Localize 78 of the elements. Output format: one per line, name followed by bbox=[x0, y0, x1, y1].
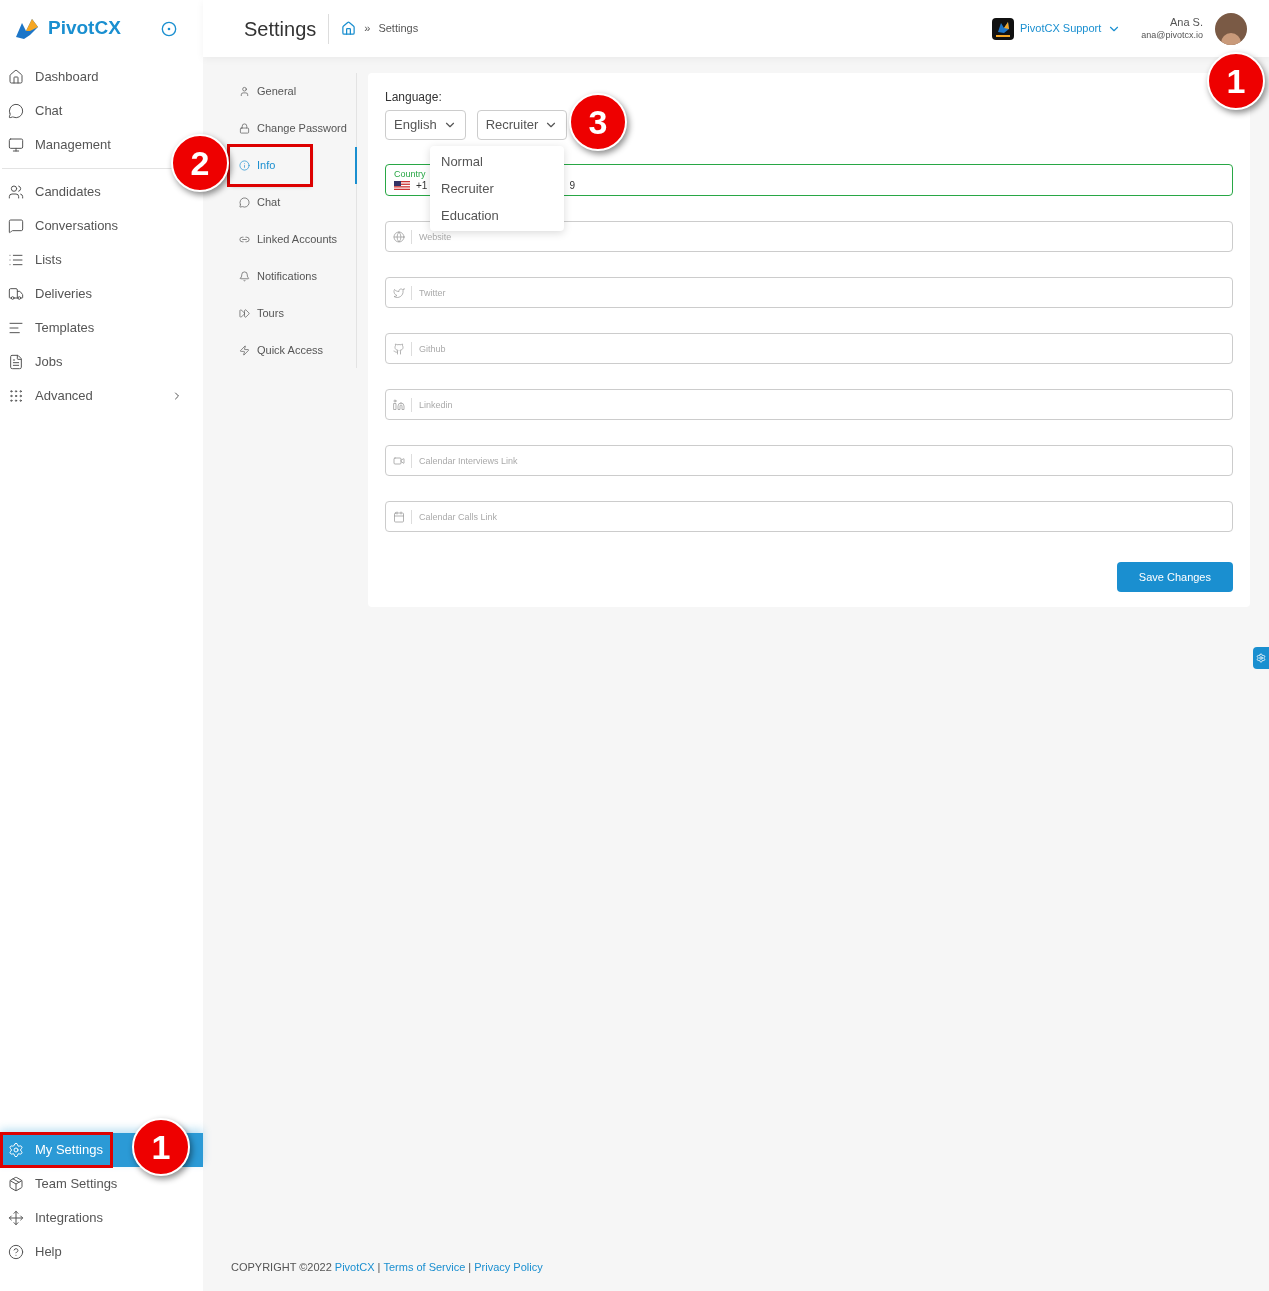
user-name: Ana S. bbox=[1169, 16, 1203, 30]
sidebar-item[interactable]: Jobs bbox=[8, 352, 63, 372]
video-camera-icon bbox=[393, 455, 405, 467]
settings-menu-item[interactable]: General bbox=[230, 73, 305, 110]
workspace-logo-icon bbox=[992, 17, 1014, 40]
brand-name: PivotCX bbox=[48, 16, 121, 41]
settings-menu-item[interactable]: Linked Accounts bbox=[230, 221, 346, 258]
url-field[interactable]: Github bbox=[385, 333, 1233, 364]
sidebar-item[interactable]: Team Settings bbox=[2, 1168, 126, 1200]
globe-icon bbox=[393, 231, 405, 243]
settings-icon bbox=[1256, 653, 1266, 663]
profile-type-select[interactable]: Recruiter bbox=[476, 110, 568, 140]
sidebar-item[interactable]: Dashboard bbox=[8, 67, 99, 87]
separator: | bbox=[468, 1260, 472, 1275]
separator: | bbox=[377, 1260, 381, 1275]
workspace-dropdown[interactable]: PivotCX Support bbox=[1020, 20, 1122, 37]
url-field[interactable]: Calendar Calls Link bbox=[385, 501, 1233, 532]
user-email: ana@pivotcx.io bbox=[1141, 29, 1203, 41]
language-select[interactable]: English bbox=[385, 110, 466, 140]
bell-icon bbox=[239, 271, 250, 282]
breadcrumb-separator: » bbox=[364, 21, 371, 37]
url-field[interactable]: Twitter bbox=[385, 277, 1233, 308]
home-icon[interactable] bbox=[341, 21, 357, 36]
page-title: Settings bbox=[244, 13, 330, 44]
arrows-icon bbox=[8, 1210, 24, 1226]
settings-menu-item[interactable]: Tours bbox=[230, 295, 292, 332]
bolt-icon bbox=[239, 345, 250, 356]
lines-icon bbox=[8, 320, 24, 336]
chat-bubble-icon bbox=[8, 103, 24, 119]
settings-icon bbox=[8, 1142, 24, 1158]
breadcrumb: Settings bbox=[378, 21, 419, 37]
phone-number: 9 bbox=[569, 180, 575, 191]
list-icon bbox=[8, 252, 24, 268]
lock-icon bbox=[239, 123, 250, 134]
url-field[interactable]: Linkedin bbox=[385, 389, 1233, 420]
copyright-text: COPYRIGHT ©2022 bbox=[231, 1260, 332, 1275]
sidebar-item[interactable]: Templates bbox=[8, 318, 95, 338]
target-icon[interactable] bbox=[161, 20, 177, 37]
phone-field-label: Country bbox=[394, 169, 427, 179]
document-icon bbox=[8, 354, 24, 370]
user-avatar[interactable] bbox=[1215, 12, 1247, 45]
sidebar-item[interactable]: Advanced bbox=[8, 386, 93, 406]
settings-menu-item[interactable]: Notifications bbox=[230, 258, 325, 295]
help-icon bbox=[8, 1244, 24, 1260]
url-field[interactable]: Calendar Interviews Link bbox=[385, 445, 1233, 476]
users-icon bbox=[8, 184, 24, 200]
sidebar-item[interactable]: Candidates bbox=[8, 182, 101, 202]
sidebar-item[interactable]: Chat bbox=[8, 101, 63, 121]
cube-icon bbox=[8, 1176, 24, 1192]
linkedin-icon bbox=[393, 399, 405, 411]
language-label: Language: bbox=[385, 89, 443, 106]
settings-menu-item[interactable]: Change Password bbox=[230, 110, 355, 147]
link-icon bbox=[239, 234, 250, 245]
settings-tab[interactable] bbox=[1253, 647, 1269, 669]
sidebar-item[interactable]: Integrations bbox=[2, 1202, 111, 1234]
sidebar-item[interactable]: Lists bbox=[8, 250, 62, 270]
sidebar-item[interactable]: Deliveries bbox=[8, 284, 93, 304]
sidebar-item[interactable]: Conversations bbox=[8, 216, 119, 236]
calendar-icon bbox=[393, 511, 405, 523]
truck-icon bbox=[8, 286, 24, 302]
message-icon bbox=[8, 218, 24, 234]
country-code: +1 bbox=[416, 180, 428, 191]
sidebar-item[interactable]: Management bbox=[8, 135, 111, 155]
bird-icon bbox=[393, 287, 405, 299]
grid-icon bbox=[8, 388, 24, 404]
chat-bubble-icon bbox=[239, 197, 250, 208]
user-icon bbox=[239, 86, 250, 97]
url-field[interactable]: Website bbox=[385, 221, 1233, 252]
settings-menu-item[interactable]: Chat bbox=[230, 184, 289, 221]
us-flag-icon bbox=[394, 181, 410, 190]
settings-menu-item[interactable]: Quick Access bbox=[230, 332, 332, 369]
home-icon bbox=[8, 69, 24, 85]
monitor-icon bbox=[8, 137, 24, 153]
fast-forward-icon bbox=[239, 308, 250, 319]
github-icon bbox=[393, 343, 405, 355]
info-icon bbox=[239, 160, 250, 171]
save-changes-button[interactable]: Save Changes bbox=[1116, 562, 1233, 592]
sidebar-item[interactable]: Help bbox=[2, 1236, 70, 1268]
